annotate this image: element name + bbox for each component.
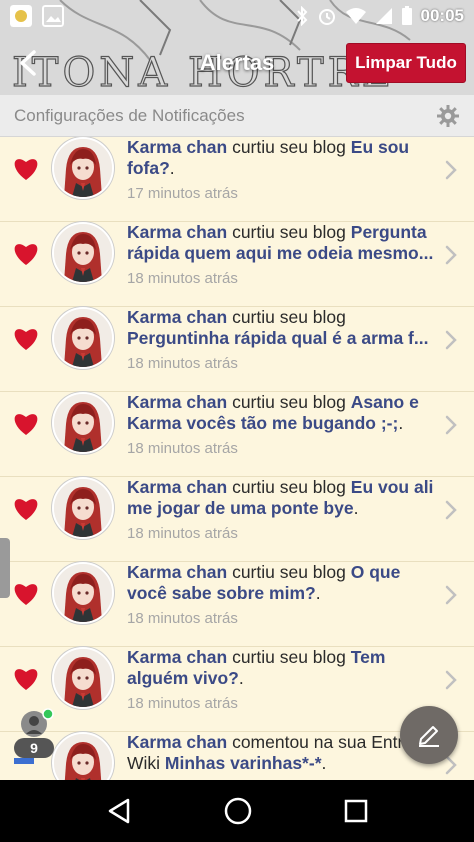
heart-icon xyxy=(14,329,38,350)
heart-icon xyxy=(14,499,38,520)
status-bar: 00:05 xyxy=(0,0,474,32)
heart-icon xyxy=(14,669,38,690)
avatar[interactable] xyxy=(52,392,114,454)
user-name[interactable]: Karma chan xyxy=(127,562,227,582)
alarm-icon xyxy=(318,9,335,25)
notification-text: Karma chan curtiu seu blog Perguntinha r… xyxy=(127,307,429,348)
notification-text: Karma chan curtiu seu blog O que você sa… xyxy=(127,562,401,603)
timestamp: 18 minutos atrás xyxy=(127,695,238,712)
notification-text: Karma chan curtiu seu blog Asano e Karma… xyxy=(127,392,419,433)
chevron-right-icon[interactable] xyxy=(444,244,458,266)
timestamp: 18 minutos atrás xyxy=(127,525,238,542)
signal-icon xyxy=(375,8,392,24)
online-users-widget[interactable]: 9 xyxy=(12,708,56,764)
side-drawer-handle[interactable] xyxy=(0,538,10,598)
online-count: 9 xyxy=(30,740,38,756)
chevron-right-icon[interactable] xyxy=(444,584,458,606)
notification-settings-label: Configurações de Notificações xyxy=(14,105,245,125)
notification-item[interactable]: Karma chan curtiu seu blog Eu sou fofa?.… xyxy=(0,137,474,222)
user-name[interactable]: Karma chan xyxy=(127,137,227,157)
clear-all-button[interactable]: Limpar Tudo xyxy=(346,43,466,83)
user-name[interactable]: Karma chan xyxy=(127,647,227,667)
notification-item[interactable]: Karma chan curtiu seu blog Tem alguém vi… xyxy=(0,647,474,732)
nav-recents-icon[interactable] xyxy=(344,799,368,823)
notification-item[interactable]: Karma chan curtiu seu blog O que você sa… xyxy=(0,562,474,647)
chevron-right-icon[interactable] xyxy=(444,669,458,691)
avatar[interactable] xyxy=(52,647,114,709)
system-nav-bar xyxy=(0,780,474,842)
notification-item[interactable]: Karma chan curtiu seu blog Perguntinha r… xyxy=(0,307,474,392)
user-name[interactable]: Karma chan xyxy=(127,732,227,752)
notification-text: Karma chan curtiu seu blog Eu sou fofa?. xyxy=(127,137,410,178)
timestamp: 18 minutos atrás xyxy=(127,610,238,627)
avatar[interactable] xyxy=(52,732,114,780)
avatar[interactable] xyxy=(52,307,114,369)
gallery-notification-icon xyxy=(42,5,64,27)
app-notification-icon xyxy=(10,5,32,27)
wiki-link[interactable]: Minhas varinhas*-* xyxy=(165,753,322,773)
chevron-right-icon[interactable] xyxy=(444,414,458,436)
user-name[interactable]: Karma chan xyxy=(127,477,227,497)
chevron-right-icon[interactable] xyxy=(444,499,458,521)
notification-item[interactable]: Karma chan curtiu seu blog Asano e Karma… xyxy=(0,392,474,477)
avatar[interactable] xyxy=(52,477,114,539)
user-name[interactable]: Karma chan xyxy=(127,222,227,242)
clock: 00:05 xyxy=(420,6,464,25)
compose-button[interactable] xyxy=(400,706,458,764)
nav-back-icon[interactable] xyxy=(106,797,132,825)
user-name[interactable]: Karma chan xyxy=(127,307,227,327)
nav-home-icon[interactable] xyxy=(223,796,253,826)
heart-icon xyxy=(14,244,38,265)
notification-list: Karma chan curtiu seu blog Eu sou fofa?.… xyxy=(0,137,474,780)
timestamp: 18 minutos atrás xyxy=(127,440,238,457)
notification-text: Karma chan curtiu seu blog Tem alguém vi… xyxy=(127,647,386,688)
chevron-right-icon[interactable] xyxy=(444,329,458,351)
notification-settings-bar[interactable]: Configurações de Notificações xyxy=(0,95,474,137)
notification-text: Karma chan curtiu seu blog Eu vou ali me… xyxy=(127,477,434,518)
pencil-icon xyxy=(419,726,439,747)
notification-item[interactable]: Karma chan curtiu seu blog Pergunta rápi… xyxy=(0,222,474,307)
avatar[interactable] xyxy=(52,562,114,624)
timestamp: 17 minutos atrás xyxy=(127,185,238,202)
notification-item[interactable]: Karma chan curtiu seu blog Eu vou ali me… xyxy=(0,477,474,562)
notification-text: Karma chan comentou na sua Entrada Wiki … xyxy=(127,732,433,773)
heart-icon xyxy=(14,414,38,435)
wifi-icon xyxy=(345,8,366,24)
battery-icon xyxy=(401,6,412,25)
avatar[interactable] xyxy=(52,137,114,199)
chevron-right-icon[interactable] xyxy=(444,159,458,181)
avatar[interactable] xyxy=(52,222,114,284)
notification-text: Karma chan curtiu seu blog Pergunta rápi… xyxy=(127,222,434,263)
heart-icon xyxy=(14,159,38,180)
bluetooth-icon xyxy=(296,6,307,26)
gear-icon[interactable] xyxy=(436,104,460,128)
heart-icon xyxy=(14,584,38,605)
blog-link[interactable]: Perguntinha rápida qual é a arma f... xyxy=(127,328,428,348)
timestamp: 18 minutos atrás xyxy=(127,355,238,372)
timestamp: 18 minutos atrás xyxy=(127,270,238,287)
user-name[interactable]: Karma chan xyxy=(127,392,227,412)
